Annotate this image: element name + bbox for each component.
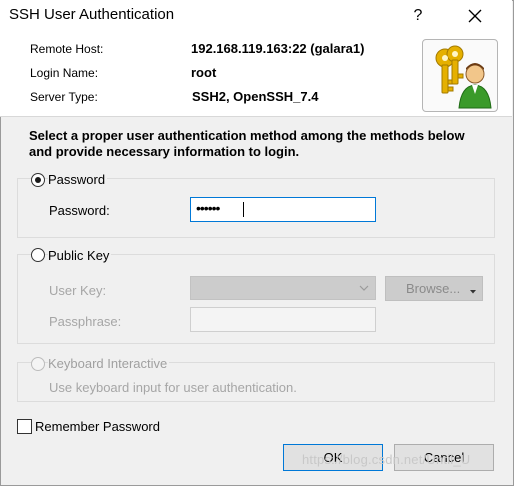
keyboard-interactive-label[interactable]: Keyboard Interactive	[48, 356, 170, 371]
dropdown-arrow-icon	[470, 290, 476, 294]
window-title: SSH User Authentication	[9, 6, 175, 23]
password-radio-label[interactable]: Password	[48, 172, 108, 187]
user-key-select[interactable]	[190, 276, 376, 300]
chevron-down-icon	[359, 285, 369, 291]
public-key-radio[interactable]	[31, 248, 45, 262]
keyboard-interactive-description: Use keyboard input for user authenticati…	[49, 380, 297, 395]
close-button[interactable]	[460, 4, 490, 28]
server-type-label: Server Type:	[30, 90, 98, 104]
watermark-text: https://blog.csdn.net/Until_U	[302, 452, 471, 467]
browse-button-label: Browse...	[406, 281, 461, 296]
key-user-icon	[422, 39, 498, 112]
public-key-radio-label[interactable]: Public Key	[48, 248, 112, 263]
password-field-label: Password:	[49, 203, 110, 218]
passphrase-label: Passphrase:	[49, 314, 122, 329]
close-icon	[468, 9, 482, 23]
password-radio[interactable]	[31, 173, 45, 187]
login-name-label: Login Name:	[30, 66, 99, 80]
remote-host-value: 192.168.119.163:22 (galara1)	[191, 41, 365, 56]
title-bar: SSH User Authentication ?	[0, 0, 512, 32]
text-cursor	[243, 202, 244, 217]
keyboard-interactive-radio[interactable]	[31, 357, 45, 371]
password-input[interactable]: ••••••	[190, 197, 376, 222]
remote-host-label: Remote Host:	[30, 42, 104, 56]
remember-password-label[interactable]: Remember Password	[35, 419, 160, 434]
instructions-text: Select a proper user authentication meth…	[29, 128, 465, 159]
passphrase-input[interactable]	[190, 307, 376, 332]
help-button[interactable]: ?	[404, 4, 432, 28]
server-type-value: SSH2, OpenSSH_7.4	[192, 89, 319, 104]
login-name-value: root	[191, 65, 217, 80]
browse-button[interactable]: Browse...	[385, 276, 483, 301]
user-key-label: User Key:	[49, 283, 107, 298]
password-input-value: ••••••	[196, 200, 220, 216]
remember-password-checkbox[interactable]	[17, 419, 32, 434]
